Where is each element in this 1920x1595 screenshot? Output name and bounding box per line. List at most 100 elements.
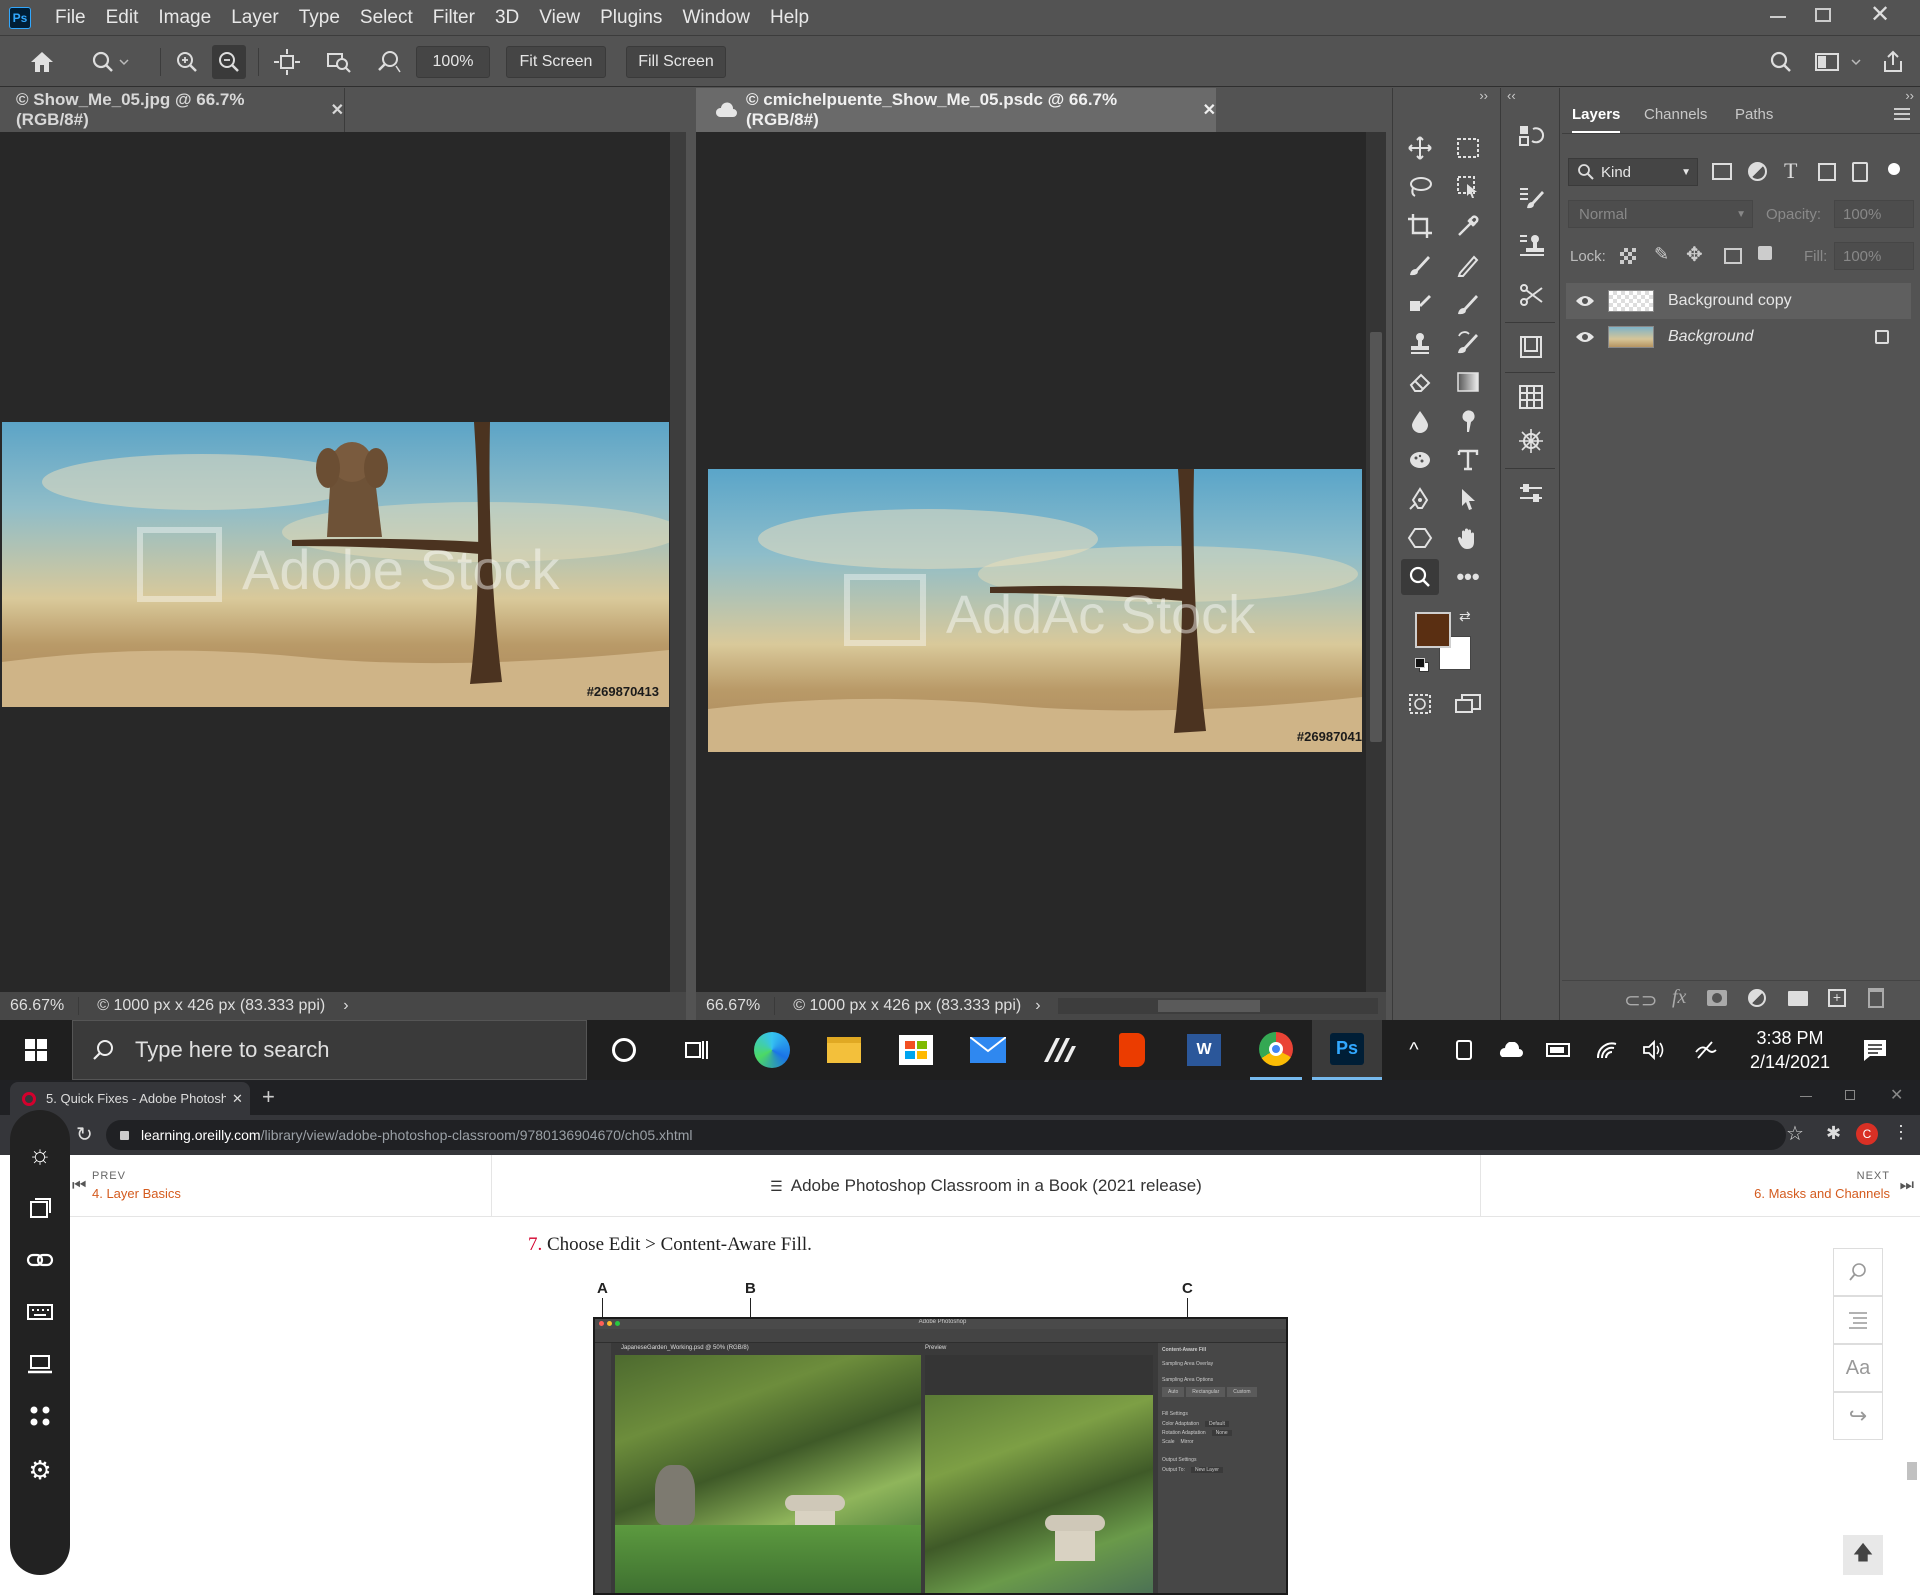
stamp-tool-icon[interactable]	[1401, 325, 1439, 361]
resize-windows-icon[interactable]	[270, 45, 304, 79]
home-icon[interactable]	[25, 45, 59, 79]
brightness-icon[interactable]: ☼	[24, 1138, 56, 1170]
brush-settings-panel-icon[interactable]	[1511, 178, 1551, 216]
battery-icon[interactable]	[1538, 1020, 1578, 1080]
eraser-tool-icon[interactable]	[1401, 364, 1439, 400]
mail-icon[interactable]	[962, 1020, 1014, 1080]
cortana-icon[interactable]	[600, 1020, 648, 1080]
bookmark-star-icon[interactable]: ☆	[1786, 1121, 1804, 1146]
object-selection-tool-icon[interactable]	[1449, 169, 1487, 205]
tools-collapse-icon[interactable]: ››	[1479, 88, 1488, 103]
edge-icon[interactable]	[746, 1020, 798, 1080]
lock-position-icon[interactable]: ✥	[1686, 242, 1703, 267]
layer-row[interactable]: Background	[1566, 319, 1911, 355]
doc2-vertical-scrollbar[interactable]	[1366, 132, 1386, 992]
show-hidden-icons-icon[interactable]: ^	[1396, 1020, 1432, 1080]
layer-style-fx-icon[interactable]: fx	[1672, 986, 1686, 1009]
new-layer-icon[interactable]: +	[1828, 989, 1846, 1007]
healing-brush-tool-icon[interactable]	[1401, 247, 1439, 283]
path-selection-tool-icon[interactable]	[1449, 481, 1487, 517]
marquee-tool-icon[interactable]	[1449, 130, 1487, 166]
clone-source-panel-icon[interactable]	[1511, 226, 1551, 264]
browser-scrollbar-thumb[interactable]	[1907, 1462, 1917, 1480]
window-switch-icon[interactable]	[24, 1192, 56, 1224]
doc2-canvas[interactable]: AddAc Stock #26987041	[696, 132, 1366, 992]
doc2-vscroll-thumb[interactable]	[1370, 332, 1382, 742]
tab-channels[interactable]: Channels	[1644, 106, 1707, 123]
taskbar-search-box[interactable]: Type here to search	[72, 1020, 587, 1080]
zoom-tool-icon[interactable]	[1401, 559, 1439, 595]
file-explorer-icon[interactable]	[818, 1020, 870, 1080]
history-panel-icon[interactable]	[1511, 118, 1551, 156]
menu-layer[interactable]: Layer	[221, 7, 289, 29]
layer-filter-dropdown[interactable]: Kind ▼	[1568, 158, 1698, 186]
settings-gear-icon[interactable]: ⚙	[24, 1454, 56, 1486]
close-window-button[interactable]: ✕	[1870, 0, 1890, 29]
screen-mode-icon[interactable]	[1449, 686, 1487, 722]
shape-tool-icon[interactable]	[1401, 520, 1439, 556]
menu-window[interactable]: Window	[672, 7, 760, 29]
profile-avatar[interactable]: C	[1856, 1123, 1878, 1145]
zoom-out-icon[interactable]	[212, 45, 246, 79]
visibility-eye-icon[interactable]	[1566, 294, 1604, 308]
word-icon[interactable]: W	[1178, 1020, 1230, 1080]
doc2-tab[interactable]: © cmichelpuente_Show_Me_05.psdc @ 66.7% …	[696, 88, 1216, 132]
menu-select[interactable]: Select	[350, 7, 423, 29]
delete-layer-icon[interactable]	[1868, 988, 1884, 1008]
browser-tab-close-icon[interactable]: ✕	[232, 1091, 243, 1107]
photoshop-taskbar-icon[interactable]: Ps	[1312, 1020, 1382, 1080]
tab-paths[interactable]: Paths	[1735, 106, 1773, 123]
reader-share-button[interactable]: ↪	[1833, 1392, 1883, 1440]
onedrive-icon[interactable]	[1490, 1020, 1530, 1080]
history-brush-tool-icon[interactable]	[1449, 325, 1487, 361]
keyboard-icon[interactable]	[24, 1296, 56, 1328]
pen-workspace-icon[interactable]	[1686, 1020, 1726, 1080]
menu-edit[interactable]: Edit	[96, 7, 149, 29]
default-colors-icon[interactable]	[1415, 658, 1429, 672]
blur-tool-icon[interactable]	[1401, 403, 1439, 439]
doc2-zoom-status[interactable]: 66.67%	[696, 997, 776, 1015]
notifications-icon[interactable]	[1850, 1020, 1900, 1080]
fit-screen-button[interactable]: Fit Screen	[506, 46, 606, 78]
properties-panel-icon[interactable]	[1511, 474, 1551, 512]
eyedropper-tool-icon[interactable]	[1449, 208, 1487, 244]
new-group-icon[interactable]	[1788, 991, 1808, 1006]
tab-layers[interactable]: Layers	[1572, 106, 1621, 133]
menu-view[interactable]: View	[529, 7, 590, 29]
swap-colors-icon[interactable]: ⇄	[1459, 608, 1471, 625]
reader-search-button[interactable]	[1833, 1248, 1883, 1296]
doc1-scrollbar[interactable]	[670, 132, 686, 992]
app-logo-icon[interactable]	[1034, 1020, 1086, 1080]
strip-expand-icon[interactable]: ‹‹	[1507, 88, 1516, 103]
scroll-to-top-button[interactable]: 🡅	[1843, 1535, 1883, 1575]
browser-minimize-button[interactable]	[1800, 1096, 1812, 1097]
zoom-value-field[interactable]: 100%	[416, 46, 490, 78]
add-mask-icon[interactable]	[1707, 990, 1727, 1006]
menu-type[interactable]: Type	[289, 7, 350, 29]
zoom-tool-preset-icon[interactable]	[88, 45, 132, 79]
visibility-eye-icon[interactable]	[1566, 330, 1604, 344]
navigator-panel-icon[interactable]	[1511, 422, 1551, 460]
doc1-close-icon[interactable]: ✕	[331, 100, 344, 120]
hand-tool-icon[interactable]	[1449, 520, 1487, 556]
doc1-canvas[interactable]: Adobe Stock #269870413	[0, 132, 670, 992]
gradient-tool-icon[interactable]	[1449, 364, 1487, 400]
layers-panel-collapse-icon[interactable]: ››	[1905, 88, 1914, 103]
minimize-button[interactable]	[1770, 16, 1786, 18]
scrubby-zoom-icon[interactable]	[372, 45, 406, 79]
reader-toc-button[interactable]	[1833, 1296, 1883, 1344]
prev-link[interactable]: ⏮ PREV 4. Layer Basics	[70, 1155, 492, 1217]
doc1-zoom-status[interactable]: 66.67%	[0, 997, 80, 1015]
doc1-status-arrow-icon[interactable]: ›	[343, 997, 348, 1015]
mixer-brush-tool-icon[interactable]	[1449, 286, 1487, 322]
office-icon[interactable]	[1106, 1020, 1158, 1080]
doc2-horizontal-scrollbar[interactable]	[1058, 998, 1378, 1014]
meet-now-icon[interactable]	[1446, 1020, 1482, 1080]
new-adjustment-layer-icon[interactable]	[1748, 989, 1766, 1007]
type-tool-icon[interactable]	[1449, 442, 1487, 478]
browser-menu-icon[interactable]: ⋮	[1892, 1122, 1910, 1143]
lock-all-icon[interactable]	[1758, 246, 1772, 260]
foreground-color-swatch[interactable]	[1415, 612, 1451, 648]
brush-tool-icon[interactable]	[1449, 247, 1487, 283]
menu-file[interactable]: File	[45, 7, 96, 29]
